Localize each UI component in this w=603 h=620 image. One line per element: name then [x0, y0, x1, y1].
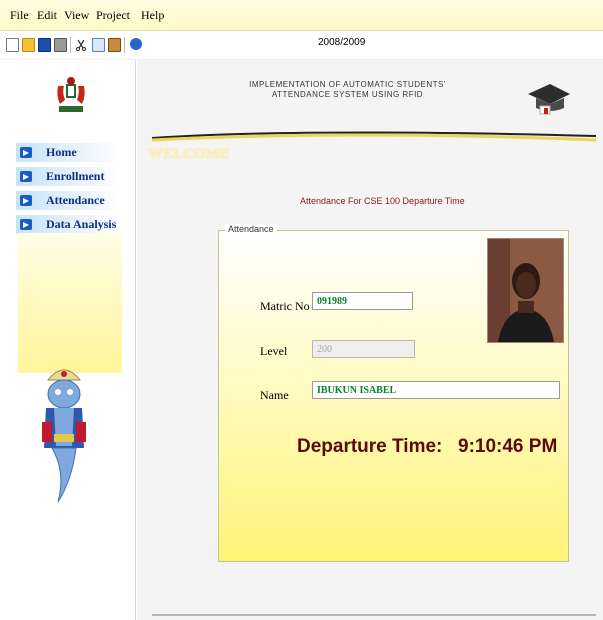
- arrow-icon: [20, 195, 32, 206]
- open-icon[interactable]: [22, 38, 35, 52]
- arrow-icon: [20, 147, 32, 158]
- departure-time-label: Departure Time:: [297, 436, 443, 457]
- genie-mascot-image: [42, 369, 86, 503]
- level-label: Level: [260, 344, 288, 358]
- sidebar-item-label: Data Analysis: [46, 217, 117, 231]
- save-icon[interactable]: [38, 38, 51, 52]
- new-icon[interactable]: [6, 38, 19, 52]
- cut-icon[interactable]: [76, 38, 86, 51]
- level-field[interactable]: 200: [312, 340, 415, 358]
- name-field[interactable]: IBUKUN ISABEL: [312, 381, 560, 399]
- sidebar-item-label: Home: [46, 145, 77, 159]
- matric-no-field[interactable]: 091989: [312, 292, 413, 310]
- footer-divider: [152, 614, 596, 616]
- menu-view[interactable]: View: [64, 0, 89, 30]
- toolbar-separator: [70, 37, 71, 53]
- graduation-cap-icon: [528, 84, 570, 115]
- paste-icon[interactable]: [108, 38, 121, 52]
- menu-edit[interactable]: Edit: [37, 0, 57, 30]
- name-label: Name: [260, 388, 289, 402]
- attendance-group-label: Attendance: [225, 224, 277, 234]
- menu-help[interactable]: Help: [141, 0, 164, 30]
- sidebar-yellow-panel: [18, 233, 122, 373]
- arrow-icon: [20, 171, 32, 182]
- sidebar-item-label: Attendance: [46, 193, 105, 207]
- year-label: 2008/2009: [318, 37, 366, 48]
- sidebar-item-label: Enrollment: [46, 169, 105, 183]
- menu-bar: File Edit View Project Help: [0, 0, 603, 31]
- copy-icon[interactable]: [92, 38, 105, 52]
- header-divider: [152, 131, 596, 142]
- sidebar-item-data-analysis[interactable]: Data Analysis: [16, 215, 122, 234]
- departure-time-value: 9:10:46 PM: [458, 436, 558, 457]
- welcome-text: WELCOME: [148, 146, 230, 162]
- app-title: IMPLEMENTATION OF AUTOMATIC STUDENTS' AT…: [225, 80, 470, 100]
- toolbar: [0, 31, 603, 60]
- sidebar-item-home[interactable]: Home: [16, 143, 122, 162]
- app-title-line-2: ATTENDANCE SYSTEM USING RFID: [271, 90, 424, 99]
- attendance-heading: Attendance For CSE 100 Departure Time: [300, 196, 465, 206]
- toolbar-separator: [124, 37, 125, 53]
- matric-no-label: Matric No: [260, 299, 310, 313]
- menu-file[interactable]: File: [10, 0, 29, 30]
- sidebar-item-enrollment[interactable]: Enrollment: [16, 167, 122, 186]
- print-icon[interactable]: [54, 38, 67, 52]
- sidebar-item-attendance[interactable]: Attendance: [16, 191, 122, 210]
- menu-project[interactable]: Project: [96, 0, 130, 30]
- student-photo: [487, 238, 564, 343]
- app-title-line-1: IMPLEMENTATION OF AUTOMATIC STUDENTS': [249, 80, 446, 89]
- help-icon[interactable]: [130, 38, 142, 50]
- coat-of-arms-logo: [57, 77, 85, 112]
- arrow-icon: [20, 219, 32, 230]
- student-portrait-image: [488, 239, 563, 342]
